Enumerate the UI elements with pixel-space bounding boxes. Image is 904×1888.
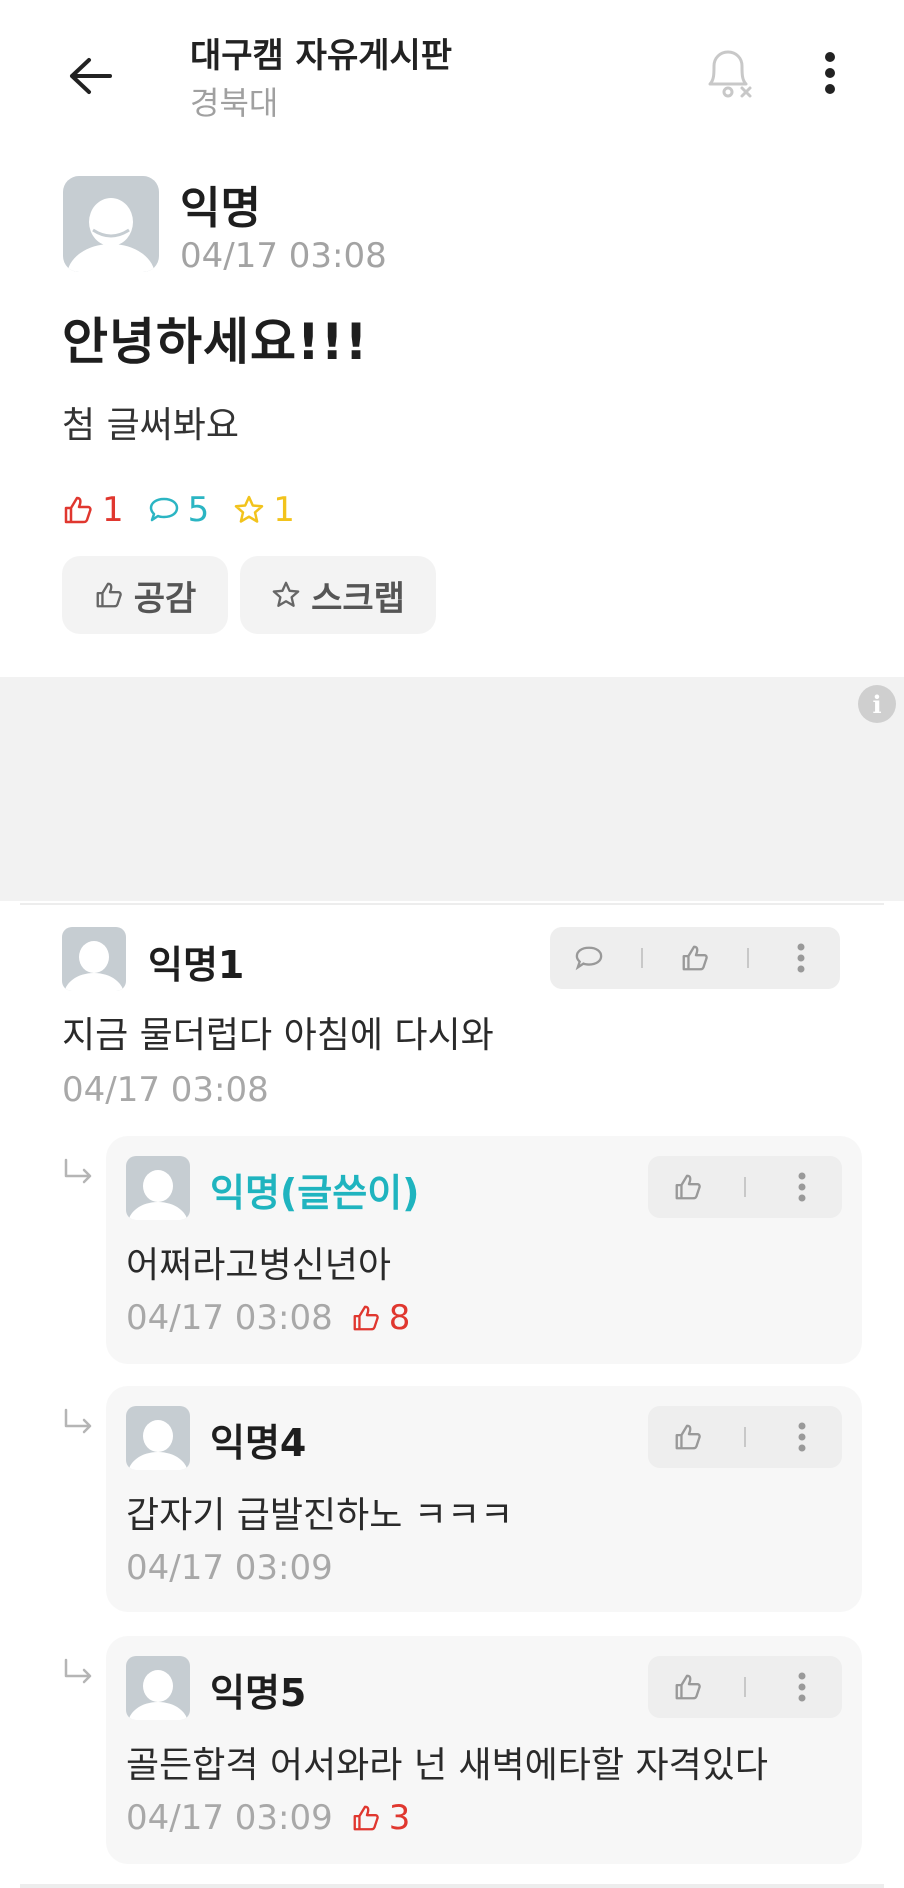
scrap-stat: 1 <box>233 490 295 530</box>
reply-timestamp: 04/17 03:09 <box>126 1798 333 1838</box>
reply-avatar <box>126 1656 190 1720</box>
reply-text: 골든합격 어서와라 넌 새벽에타할 자격있다 <box>126 1745 768 1786</box>
reply-meta: 04/17 03:09 3 <box>126 1798 410 1838</box>
comment-timestamp: 04/17 03:08 <box>62 1070 269 1110</box>
reply-meta: 04/17 03:08 8 <box>126 1298 410 1338</box>
comment-more-button[interactable] <box>776 933 826 983</box>
school-name: 경북대 <box>190 84 279 122</box>
star-icon <box>235 495 264 523</box>
reply-arrow-icon <box>64 1158 92 1184</box>
reply-card: 익명4 갑자기 급발진하노 ㅋㅋㅋ 04/17 03:09 <box>106 1386 862 1612</box>
reply-text: 어쩌라고병신년아 <box>126 1245 391 1286</box>
thumbs-up-icon <box>675 1674 702 1700</box>
like-button-label: 공감 <box>133 578 197 619</box>
thumbs-up-icon <box>675 1424 702 1450</box>
info-icon[interactable]: i <box>858 685 896 723</box>
reply-more-button[interactable] <box>777 1162 827 1212</box>
post-body: 첨 글써봐요 <box>62 405 240 446</box>
reply-avatar <box>126 1156 190 1220</box>
reply-author: 익명(글쓴이) <box>210 1171 420 1215</box>
reply-actions <box>648 1656 842 1718</box>
bottom-divider <box>20 1884 884 1888</box>
star-icon <box>272 581 300 607</box>
comment-avatar <box>62 927 126 991</box>
reply-more-button[interactable] <box>777 1662 827 1712</box>
comment-text: 지금 물더럽다 아침에 다시와 <box>62 1015 494 1056</box>
post-author: 익명 <box>180 183 261 234</box>
reply-author: 익명4 <box>210 1421 307 1465</box>
scrap-count: 1 <box>273 490 295 530</box>
reply-like-button[interactable] <box>663 1162 713 1212</box>
comment-stat: 5 <box>148 490 210 530</box>
bell-off-icon <box>708 50 752 98</box>
speech-bubble-icon <box>575 946 602 971</box>
comment-count: 5 <box>187 490 210 530</box>
more-vertical-icon <box>797 943 805 973</box>
like-button[interactable]: 공감 <box>62 556 228 634</box>
reply-card: 익명(글쓴이) 어쩌라고병신년아 04/17 03:08 8 <box>106 1136 862 1364</box>
reply-text: 갑자기 급발진하노 ㅋㅋㅋ <box>126 1495 514 1536</box>
more-vertical-icon <box>825 52 835 94</box>
reply-arrow-icon <box>64 1658 92 1684</box>
more-vertical-icon <box>798 1422 806 1452</box>
author-avatar <box>63 176 159 272</box>
like-stat: 1 <box>62 490 124 530</box>
reply-more-button[interactable] <box>777 1412 827 1462</box>
reply-card: 익명5 골든합격 어서와라 넌 새벽에타할 자격있다 04/17 03:09 3 <box>106 1636 862 1864</box>
notification-toggle[interactable] <box>698 44 756 102</box>
comment-author: 익명1 <box>148 943 245 987</box>
more-menu-button[interactable] <box>806 44 854 102</box>
reply-actions <box>648 1156 842 1218</box>
thumbs-up-icon <box>96 582 122 608</box>
section-divider <box>20 903 884 905</box>
post-stats: 1 5 1 <box>62 490 311 530</box>
reply-button[interactable] <box>564 933 614 983</box>
reply-timestamp: 04/17 03:09 <box>126 1548 333 1588</box>
reply-avatar <box>126 1406 190 1470</box>
scrap-button-label: 스크랩 <box>311 578 405 619</box>
reply-timestamp: 04/17 03:08 <box>126 1298 333 1338</box>
speech-bubble-icon <box>149 497 178 522</box>
back-arrow-icon <box>70 58 112 94</box>
more-vertical-icon <box>798 1172 806 1202</box>
reply-like-button[interactable] <box>663 1662 713 1712</box>
more-vertical-icon <box>798 1672 806 1702</box>
like-count: 1 <box>102 490 124 530</box>
reply-like-count: 3 <box>351 1798 411 1838</box>
reply-like-value: 8 <box>388 1298 411 1338</box>
board-title: 대구캠 자유게시판 <box>190 36 453 76</box>
thumbs-up-icon <box>353 1805 379 1831</box>
post-timestamp: 04/17 03:08 <box>180 236 387 276</box>
reply-like-button[interactable] <box>663 1412 713 1462</box>
thumbs-up-icon <box>353 1305 379 1331</box>
comment-actions <box>550 927 840 989</box>
reply-arrow-icon <box>64 1408 92 1434</box>
comment-like-button[interactable] <box>670 933 720 983</box>
post-title: 안녕하세요!!! <box>62 313 369 371</box>
thumbs-up-icon <box>64 496 92 524</box>
scrap-button[interactable]: 스크랩 <box>240 556 436 634</box>
reply-actions <box>648 1406 842 1468</box>
reply-like-count: 8 <box>351 1298 411 1338</box>
reply-author: 익명5 <box>210 1671 307 1715</box>
thumbs-up-icon <box>682 945 708 971</box>
back-button[interactable] <box>58 44 122 108</box>
thumbs-up-icon <box>675 1174 702 1200</box>
ad-banner[interactable] <box>0 677 904 901</box>
reply-like-value: 3 <box>388 1798 411 1838</box>
